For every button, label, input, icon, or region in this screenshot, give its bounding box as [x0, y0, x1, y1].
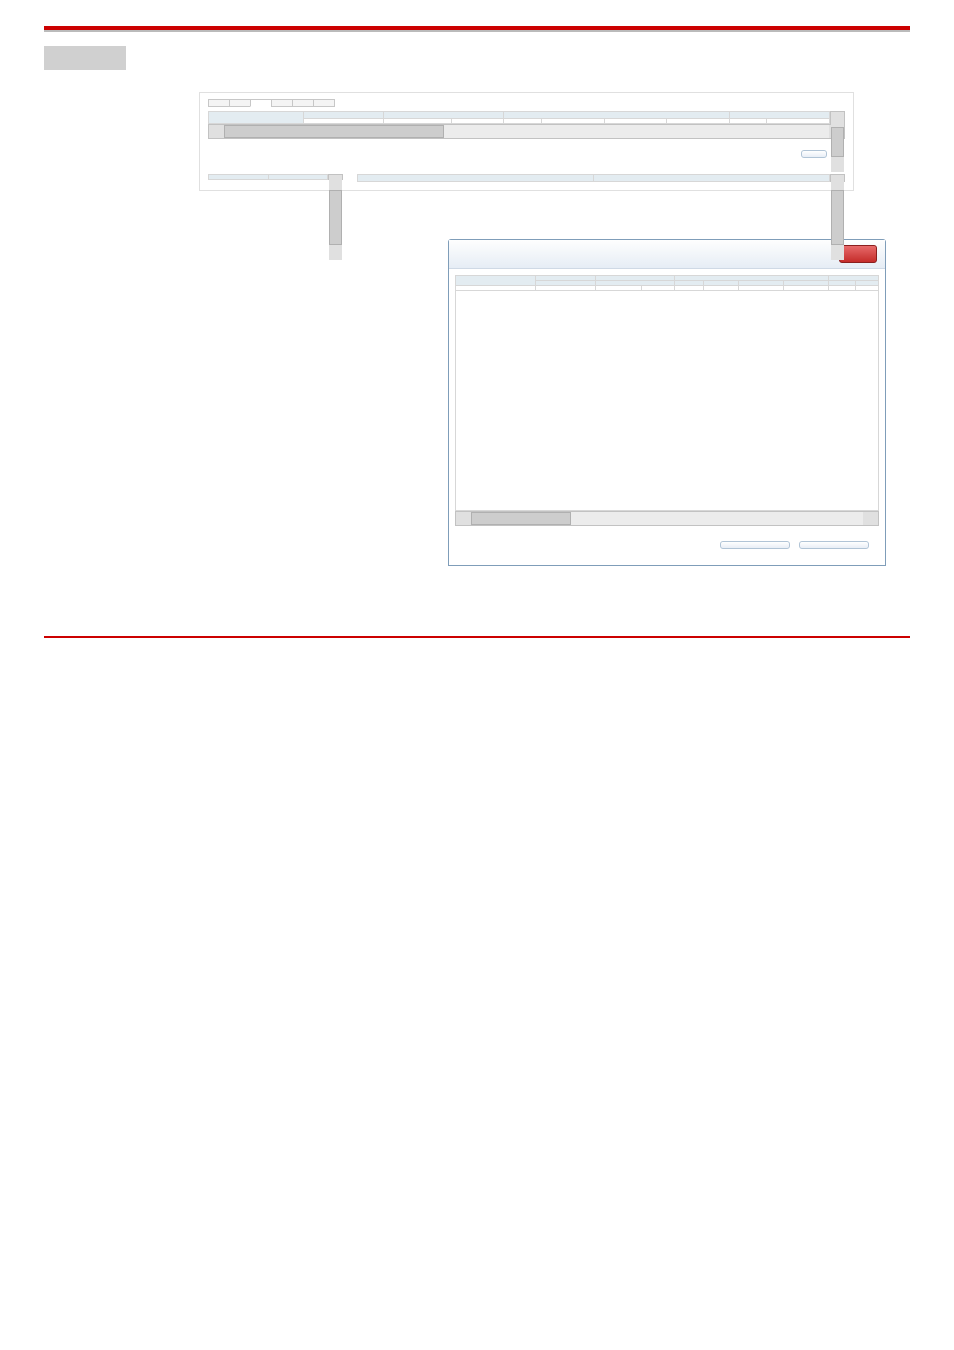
hdr-type	[541, 119, 604, 124]
quick-setup-table	[455, 275, 879, 291]
scroll-down-icon[interactable]	[329, 245, 342, 260]
header-rule-gray	[44, 30, 910, 32]
qs-hscroll[interactable]	[455, 511, 879, 526]
scroll-down-icon[interactable]	[831, 245, 844, 260]
scroll-up-icon[interactable]	[831, 112, 844, 127]
tab-test-procedure[interactable]	[271, 99, 292, 107]
scroll-up-icon[interactable]	[831, 175, 844, 190]
hdr-vlan1-group	[504, 112, 729, 119]
scroll-thumb-h[interactable]	[224, 125, 444, 138]
configuration-table-wrap	[357, 174, 845, 182]
scroll-thumb[interactable]	[831, 127, 844, 157]
hdr-upstream-group	[304, 112, 384, 119]
qs-row-total[interactable]	[456, 286, 879, 291]
scroll-left-icon[interactable]	[209, 125, 224, 138]
member-port-list	[208, 174, 343, 180]
cfg-hdr-value	[594, 175, 830, 182]
scroll-down-icon[interactable]	[831, 157, 844, 172]
cancel-button[interactable]	[799, 541, 869, 549]
hdr-rate	[304, 119, 384, 124]
scroll-thumb-h[interactable]	[471, 512, 571, 525]
hdr-member-port	[209, 112, 304, 124]
scroll-thumb[interactable]	[329, 190, 342, 245]
hdr-packet-group	[384, 112, 504, 119]
upstream-hscroll[interactable]	[208, 124, 845, 139]
cfg-vscroll[interactable]	[830, 174, 845, 182]
scroll-up-icon[interactable]	[329, 175, 342, 190]
memberlist-vscroll[interactable]	[328, 174, 343, 180]
hdr-idvalue	[667, 119, 730, 124]
tab-media-port1[interactable]	[229, 99, 250, 107]
tab-traffic-port1[interactable]	[250, 99, 271, 107]
tab-criteria[interactable]	[292, 99, 313, 107]
qs-total-label	[456, 286, 536, 291]
upstream-table	[208, 111, 830, 124]
hdr-type2	[767, 119, 830, 124]
footer-rule-red	[44, 636, 910, 638]
scroll-left-icon[interactable]	[456, 512, 471, 525]
quick-setup-dialog	[448, 239, 886, 566]
ok-button[interactable]	[720, 541, 790, 549]
hdr-mode	[384, 119, 452, 124]
hdr-on2	[729, 119, 767, 124]
qs-empty-area	[455, 291, 879, 511]
scroll-right-icon[interactable]	[863, 512, 878, 525]
gray-placeholder	[44, 46, 126, 70]
tab-misc[interactable]	[313, 99, 335, 107]
hdr-no	[209, 175, 269, 180]
quick-setup-button[interactable]	[801, 150, 827, 158]
hdr-value	[451, 119, 504, 124]
hdr-extra-group	[729, 112, 829, 119]
hdr-on	[504, 119, 542, 124]
tab-row	[208, 99, 845, 107]
upstream-vscroll[interactable]	[830, 111, 845, 124]
qs-hdr-item	[456, 276, 536, 286]
close-icon[interactable]	[839, 245, 877, 263]
traffic-panel	[199, 92, 854, 191]
hdr-idmode	[604, 119, 667, 124]
tab-portmap[interactable]	[208, 99, 229, 107]
scroll-thumb[interactable]	[831, 190, 844, 245]
cfg-hdr-item	[358, 175, 594, 182]
hdr-member	[268, 175, 328, 180]
